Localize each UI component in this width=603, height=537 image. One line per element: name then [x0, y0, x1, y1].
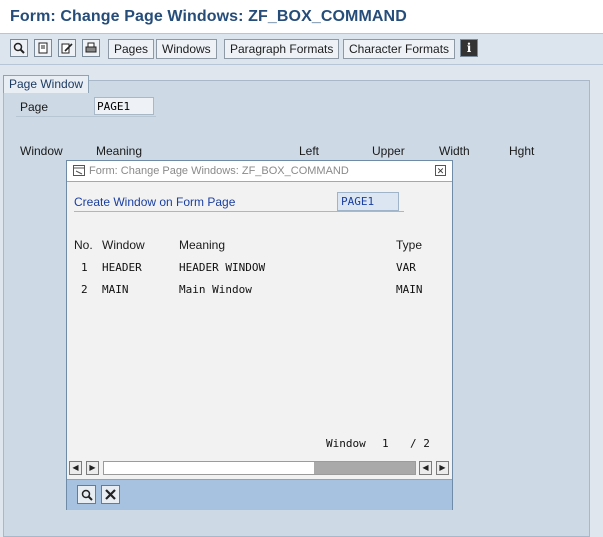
- cancel-icon: [105, 489, 116, 500]
- print-icon[interactable]: [82, 39, 100, 57]
- page-window-tab[interactable]: Page Window: [3, 75, 90, 93]
- page-icon[interactable]: [34, 39, 52, 57]
- application-toolbar: Pages Windows Paragraph Formats Characte…: [0, 34, 603, 65]
- page-field[interactable]: PAGE1: [94, 97, 154, 115]
- col-window-header-dialog: Window: [102, 238, 145, 252]
- display-icon[interactable]: [10, 39, 28, 57]
- row-meaning: HEADER WINDOW: [179, 261, 266, 274]
- character-formats-button[interactable]: Character Formats: [343, 39, 456, 59]
- find-button[interactable]: [77, 485, 96, 504]
- edit-icon[interactable]: [58, 39, 76, 57]
- dialog-title-bar[interactable]: Form: Change Page Windows: ZF_BOX_COMMAN…: [67, 161, 452, 182]
- col-meaning-header: Meaning: [96, 144, 143, 158]
- dialog-footer: [67, 479, 452, 510]
- scroll-last-icon[interactable]: ▶: [436, 461, 449, 475]
- pager-label: Window: [326, 437, 366, 450]
- magnifier-icon: [81, 489, 93, 501]
- page-underline: [16, 116, 156, 117]
- dialog-window-icon: [73, 165, 85, 176]
- cancel-button[interactable]: [101, 485, 120, 504]
- row-window[interactable]: MAIN: [102, 283, 129, 296]
- create-window-underline: [74, 211, 404, 212]
- col-type-header: Type: [396, 238, 423, 252]
- row-type: VAR: [396, 261, 416, 274]
- col-no-header: No.: [74, 238, 93, 252]
- row-no: 1: [81, 261, 88, 274]
- window-title: Form: Change Page Windows: ZF_BOX_COMMAN…: [10, 8, 407, 25]
- col-left-header: Left: [299, 144, 320, 158]
- pages-button[interactable]: Pages: [108, 39, 155, 59]
- page-label: Page: [20, 100, 49, 114]
- pager-current: 1: [382, 437, 389, 450]
- create-window-dialog: Form: Change Page Windows: ZF_BOX_COMMAN…: [66, 160, 453, 510]
- pager-total: / 2: [410, 437, 430, 450]
- row-no: 2: [81, 283, 88, 296]
- scroll-right-icon[interactable]: ◀: [419, 461, 432, 475]
- col-width-header: Width: [439, 144, 470, 158]
- title-bar: Form: Change Page Windows: ZF_BOX_COMMAN…: [0, 0, 603, 34]
- close-icon[interactable]: ✕: [435, 165, 446, 176]
- info-icon[interactable]: i: [460, 39, 478, 57]
- scroll-track[interactable]: [103, 461, 416, 475]
- form-page-field[interactable]: PAGE1: [337, 192, 399, 211]
- scroll-left-icon[interactable]: ▶: [86, 461, 99, 475]
- row-meaning: Main Window: [179, 283, 252, 296]
- dialog-title: Form: Change Page Windows: ZF_BOX_COMMAN…: [89, 165, 349, 177]
- scroll-thumb[interactable]: [314, 462, 415, 474]
- horizontal-scrollbar[interactable]: ◀ ▶ ◀ ▶: [69, 461, 450, 476]
- scroll-first-icon[interactable]: ◀: [69, 461, 82, 475]
- col-meaning-header-dialog: Meaning: [179, 238, 226, 252]
- row-window[interactable]: HEADER: [102, 261, 142, 274]
- col-window-header: Window: [20, 144, 63, 158]
- col-upper-header: Upper: [372, 144, 405, 158]
- row-type: MAIN: [396, 283, 423, 296]
- paragraph-formats-button[interactable]: Paragraph Formats: [224, 39, 340, 59]
- create-window-label: Create Window on Form Page: [74, 195, 236, 209]
- col-hght-header: Hght: [509, 144, 535, 158]
- windows-button[interactable]: Windows: [156, 39, 217, 59]
